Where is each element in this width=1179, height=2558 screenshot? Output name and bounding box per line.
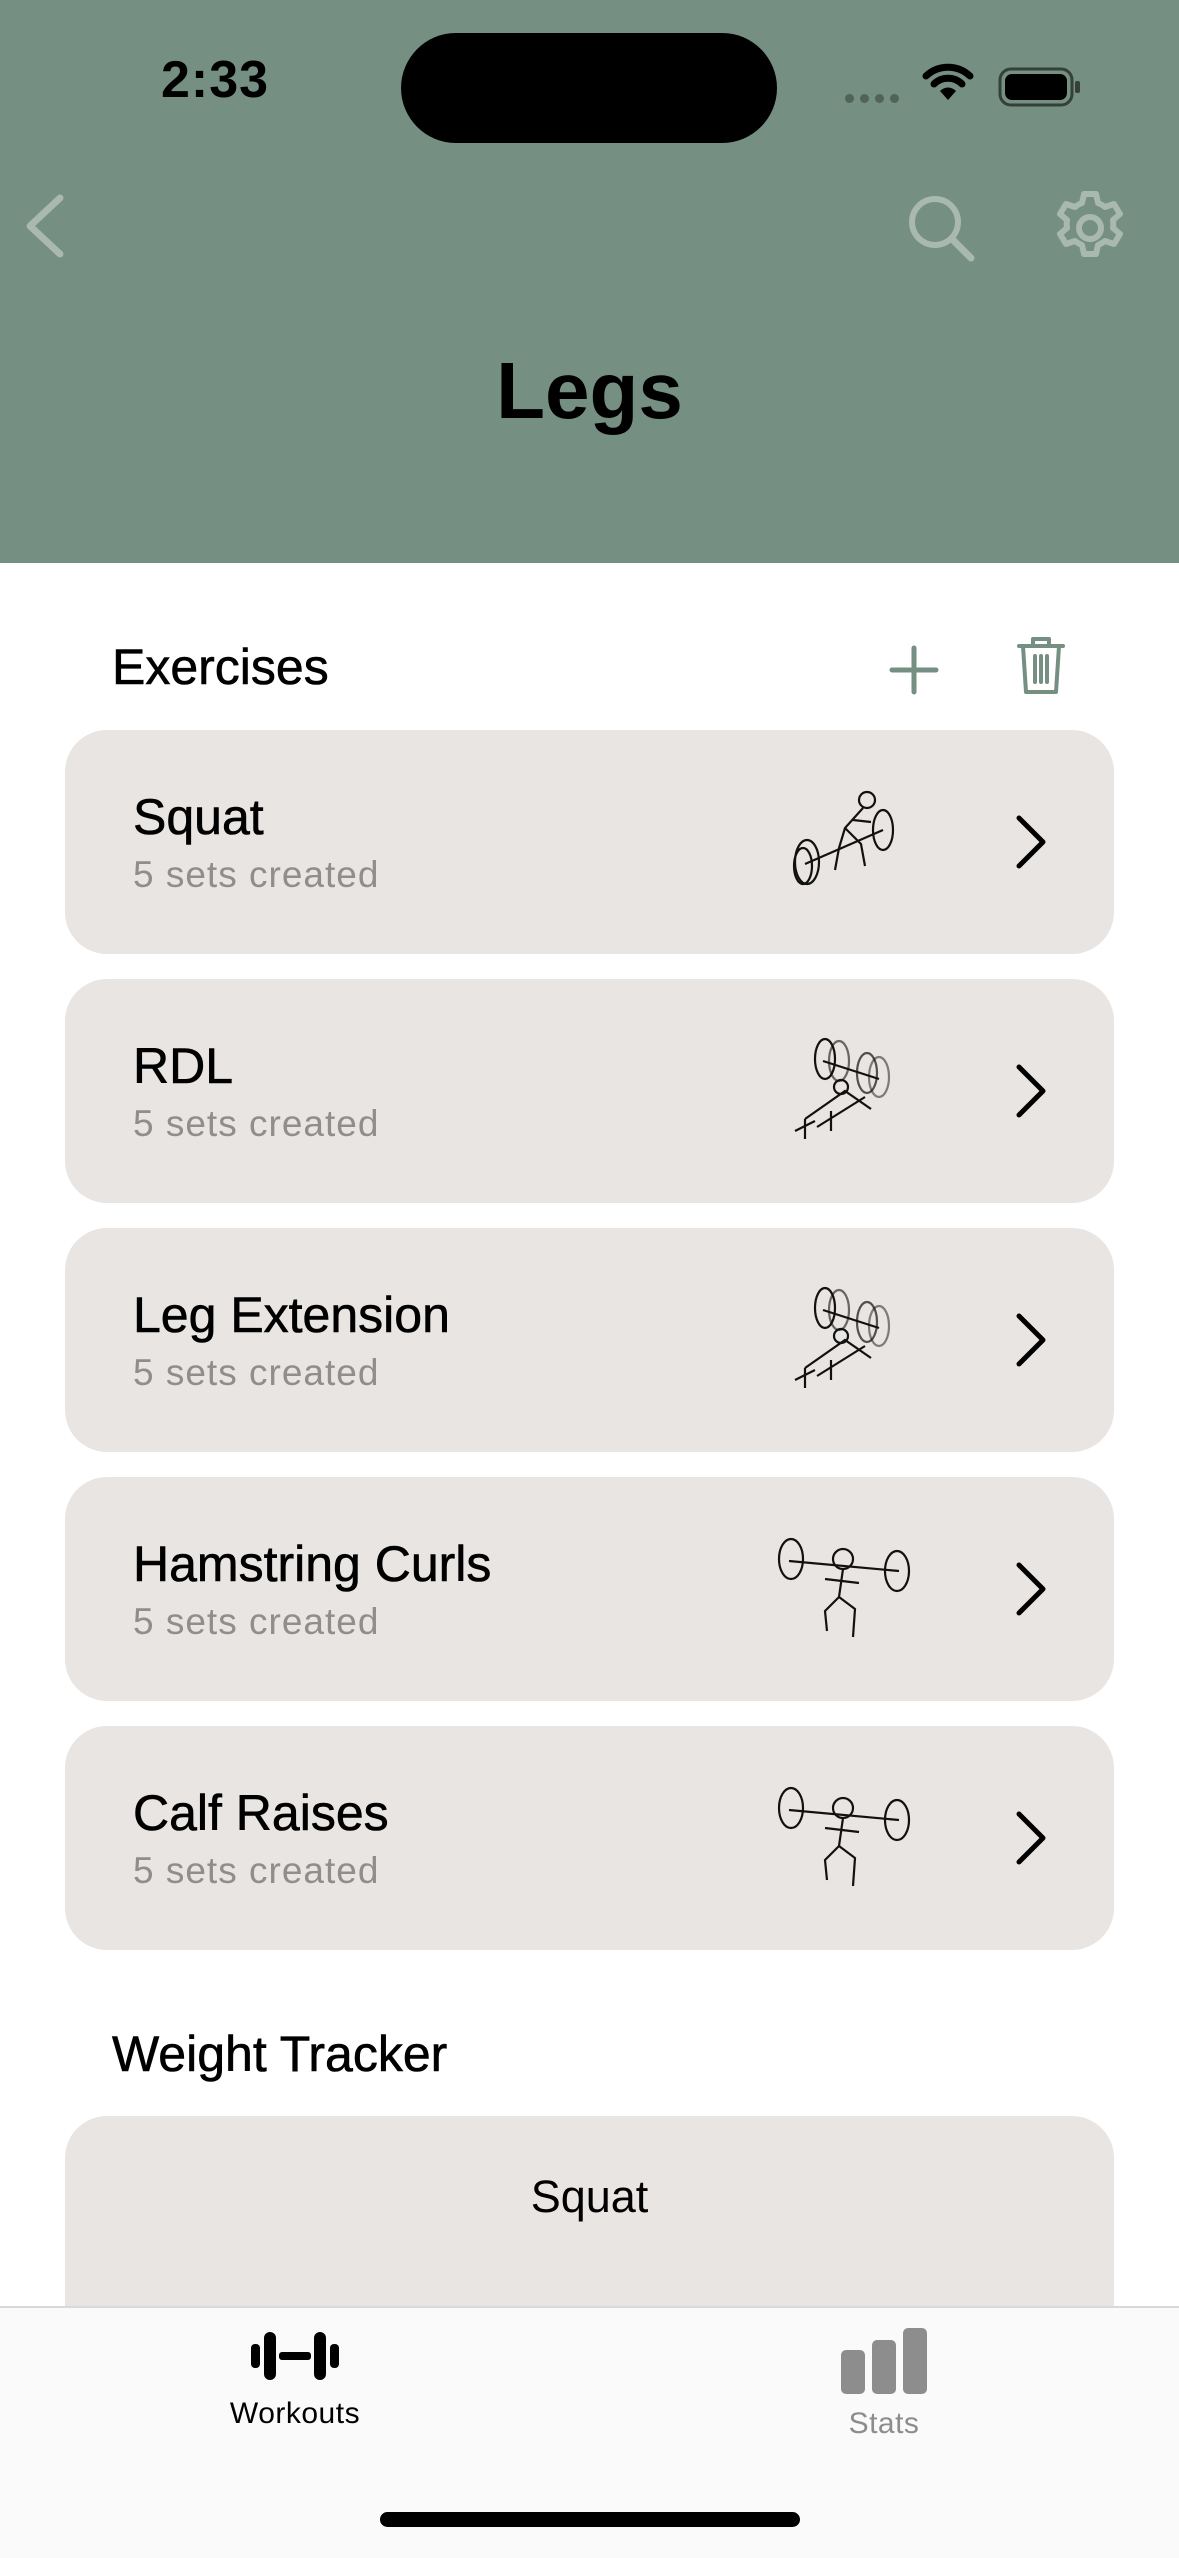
chevron-right-icon	[1016, 1562, 1046, 1616]
exercise-sets-count: 5 sets created	[133, 854, 380, 895]
exercise-name: Hamstring Curls	[133, 1536, 492, 1593]
barbell-illustration-icon	[777, 1537, 911, 1638]
exercise-sets-count: 5 sets created	[133, 1601, 380, 1642]
exercise-name: RDL	[133, 1038, 234, 1095]
weight-tracker-exercise-label: Squat	[530, 2171, 649, 2222]
page-title: Legs	[496, 346, 683, 435]
exercise-card-leg-extension[interactable]: Leg Extension 5 sets created	[65, 1228, 1114, 1452]
chevron-right-icon	[1016, 1064, 1046, 1118]
exercise-name: Squat	[133, 789, 264, 846]
trash-icon[interactable]	[1015, 634, 1067, 698]
dumbbell-icon	[251, 2332, 339, 2380]
cellular-signal-icon	[845, 90, 905, 108]
search-icon[interactable]	[905, 192, 977, 264]
exercise-sets-count: 5 sets created	[133, 1352, 380, 1393]
exercise-name: Leg Extension	[133, 1287, 451, 1344]
exercise-name: Calf Raises	[133, 1785, 389, 1842]
weight-tracker-section-title: Weight Tracker	[112, 2026, 448, 2083]
tab-workouts-label: Workouts	[229, 2397, 361, 2430]
bar-chart-icon	[841, 2328, 927, 2394]
battery-icon	[998, 67, 1080, 107]
exercise-card-calf-raises[interactable]: Calf Raises 5 sets created	[65, 1726, 1114, 1950]
tab-stats[interactable]: Stats	[734, 2328, 1034, 2441]
tab-workouts[interactable]: Workouts	[145, 2328, 445, 2431]
wifi-icon	[922, 63, 974, 100]
exercise-sets-count: 5 sets created	[133, 1103, 380, 1144]
chevron-right-icon	[1016, 1811, 1046, 1865]
chevron-right-icon	[1016, 815, 1046, 869]
gear-icon[interactable]	[1052, 190, 1128, 266]
exercises-section-title: Exercises	[112, 639, 329, 696]
add-icon[interactable]	[886, 642, 942, 698]
back-chevron-icon[interactable]	[18, 190, 78, 262]
tab-stats-label: Stats	[848, 2407, 920, 2440]
home-indicator	[380, 2512, 800, 2527]
exercise-card-rdl[interactable]: RDL 5 sets created	[65, 979, 1114, 1203]
barbell-illustration-icon	[777, 1786, 911, 1887]
bench-illustration-icon	[794, 1037, 891, 1139]
status-time: 2:33	[160, 51, 270, 109]
chevron-right-icon	[1016, 1313, 1046, 1367]
bench-illustration-icon	[794, 1286, 891, 1388]
dynamic-island	[401, 33, 777, 143]
exercise-sets-count: 5 sets created	[133, 1850, 380, 1891]
exercise-card-hamstring-curls[interactable]: Hamstring Curls 5 sets created	[65, 1477, 1114, 1701]
header: 2:33 Legs	[0, 0, 1179, 563]
squat-illustration-icon	[792, 790, 895, 886]
exercise-card-squat[interactable]: Squat 5 sets created	[65, 730, 1114, 954]
